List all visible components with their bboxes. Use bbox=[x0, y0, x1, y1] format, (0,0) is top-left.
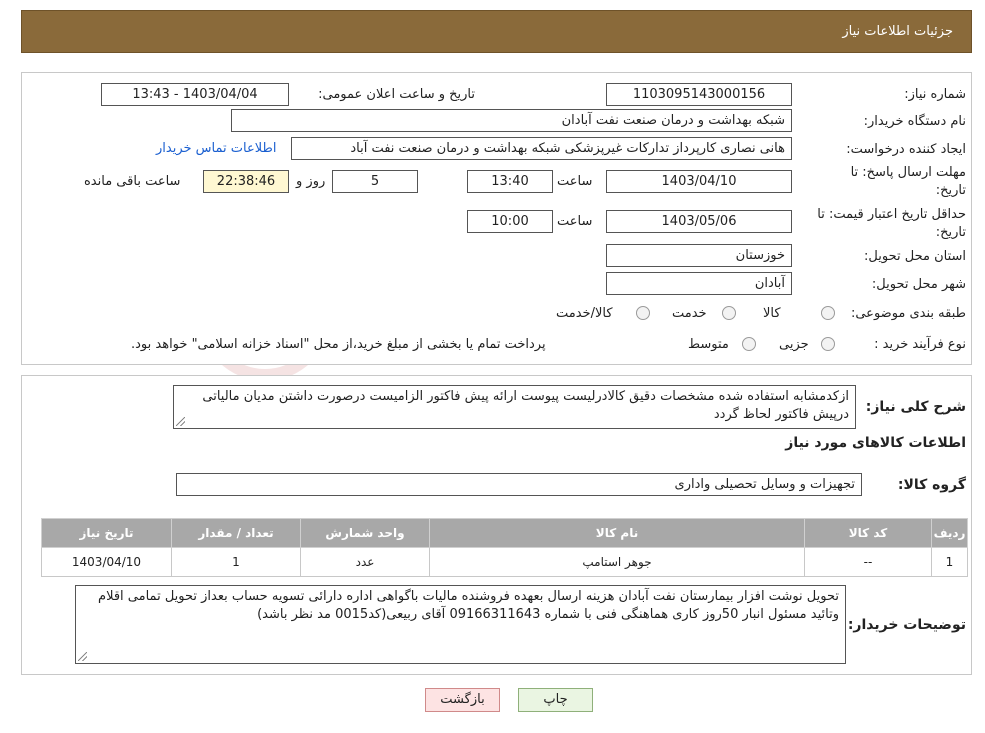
need-number-field: 1103095143000156 bbox=[606, 83, 792, 106]
buyer-org-label: نام دستگاه خریدار: bbox=[863, 114, 966, 129]
city-label: شهر محل تحویل: bbox=[871, 277, 966, 292]
col-row-number: ردیف bbox=[931, 518, 968, 548]
buyer-org-field: شبکه بهداشت و درمان صنعت نفت آبادان bbox=[231, 109, 792, 132]
need-number-label: شماره نیاز: bbox=[904, 87, 966, 102]
page-header: جزئیات اطلاعات نیاز bbox=[21, 10, 972, 53]
remaining-time-field: 22:38:46 bbox=[203, 170, 289, 193]
validity-time-field: 10:00 bbox=[467, 210, 553, 233]
buyer-notes-label: توضیحات خریدار: bbox=[847, 617, 966, 633]
creator-label: ایجاد کننده درخواست: bbox=[846, 142, 966, 157]
table-row: 1 -- جوهر استامپ عدد 1 1403/04/10 bbox=[41, 547, 968, 577]
cell-row-number: 1 bbox=[931, 547, 968, 577]
purchase-option-medium: متوسط bbox=[688, 337, 729, 352]
goods-table: ردیف کد کالا نام کالا واحد شمارش تعداد /… bbox=[41, 518, 968, 577]
cell-unit: عدد bbox=[300, 547, 430, 577]
reply-deadline-label: مهلت ارسال پاسخ: تا bbox=[850, 165, 966, 180]
validity-label: حداقل تاریخ اعتبار قیمت: تا bbox=[817, 207, 966, 222]
resize-grip-icon[interactable] bbox=[78, 652, 87, 661]
description-label: شرح کلی نیاز: bbox=[865, 399, 966, 415]
validity-label-2: تاریخ: bbox=[935, 225, 966, 240]
purchase-note: پرداخت تمام یا بخشی از مبلغ خرید،از محل … bbox=[131, 337, 546, 352]
validity-time-label: ساعت bbox=[557, 214, 593, 229]
page-title: جزئیات اطلاعات نیاز bbox=[842, 24, 953, 39]
category-option-goods-service: کالا/خدمت bbox=[556, 306, 613, 321]
purchase-radio-medium[interactable] bbox=[742, 337, 756, 351]
reply-date-field: 1403/04/10 bbox=[606, 170, 792, 193]
days-label: روز و bbox=[296, 174, 326, 189]
announce-label: تاریخ و ساعت اعلان عمومی: bbox=[318, 87, 475, 102]
print-button[interactable]: چاپ bbox=[518, 688, 593, 712]
resize-grip-icon[interactable] bbox=[176, 417, 185, 426]
goods-info-title: اطلاعات کالاهای مورد نیاز bbox=[785, 435, 966, 451]
category-radio-service[interactable] bbox=[722, 306, 736, 320]
creator-field: هانی نصاری کارپرداز تدارکات غیرپزشکی شبک… bbox=[291, 137, 792, 160]
category-label: طبقه بندی موضوعی: bbox=[850, 306, 966, 321]
city-field: آبادان bbox=[606, 272, 792, 295]
category-option-service: خدمت bbox=[672, 306, 707, 321]
return-button[interactable]: بازگشت bbox=[425, 688, 500, 712]
goods-group-field: تجهیزات و وسایل تحصیلی واداری bbox=[176, 473, 862, 496]
purchase-type-label: نوع فرآیند خرید : bbox=[874, 337, 966, 352]
category-option-goods: کالا bbox=[763, 306, 781, 321]
cell-goods-name: جوهر استامپ bbox=[429, 547, 805, 577]
category-radio-goods-service[interactable] bbox=[636, 306, 650, 320]
col-need-date: تاریخ نیاز bbox=[41, 518, 172, 548]
reply-time-field: 13:40 bbox=[467, 170, 553, 193]
buyer-notes-textarea[interactable]: تحویل نوشت افزار بیمارستان نفت آبادان هز… bbox=[75, 585, 846, 664]
col-goods-code: کد کالا bbox=[804, 518, 932, 548]
col-unit: واحد شمارش bbox=[300, 518, 430, 548]
description-text: ازکدمشابه استفاده شده مشخصات دقیق کالادر… bbox=[202, 389, 849, 422]
purchase-option-minor: جزیی bbox=[779, 337, 809, 352]
goods-group-label: گروه کالا: bbox=[897, 477, 966, 493]
category-radio-goods[interactable] bbox=[821, 306, 835, 320]
cell-goods-code: -- bbox=[804, 547, 932, 577]
remaining-label: ساعت باقی مانده bbox=[84, 174, 181, 189]
buyer-notes-text: تحویل نوشت افزار بیمارستان نفت آبادان هز… bbox=[98, 589, 839, 622]
days-field: 5 bbox=[332, 170, 418, 193]
purchase-radio-minor[interactable] bbox=[821, 337, 835, 351]
validity-date-field: 1403/05/06 bbox=[606, 210, 792, 233]
reply-time-label: ساعت bbox=[557, 174, 593, 189]
reply-deadline-label-2: تاریخ: bbox=[935, 183, 966, 198]
col-quantity: تعداد / مقدار bbox=[171, 518, 301, 548]
province-field: خوزستان bbox=[606, 244, 792, 267]
cell-quantity: 1 bbox=[171, 547, 301, 577]
col-goods-name: نام کالا bbox=[429, 518, 805, 548]
cell-need-date: 1403/04/10 bbox=[41, 547, 172, 577]
table-header-row: ردیف کد کالا نام کالا واحد شمارش تعداد /… bbox=[41, 518, 968, 548]
buyer-contact-link[interactable]: اطلاعات تماس خریدار bbox=[156, 141, 276, 156]
announce-datetime-field: 1403/04/04 - 13:43 bbox=[101, 83, 289, 106]
description-textarea[interactable]: ازکدمشابه استفاده شده مشخصات دقیق کالادر… bbox=[173, 385, 856, 429]
province-label: استان محل تحویل: bbox=[864, 249, 966, 264]
